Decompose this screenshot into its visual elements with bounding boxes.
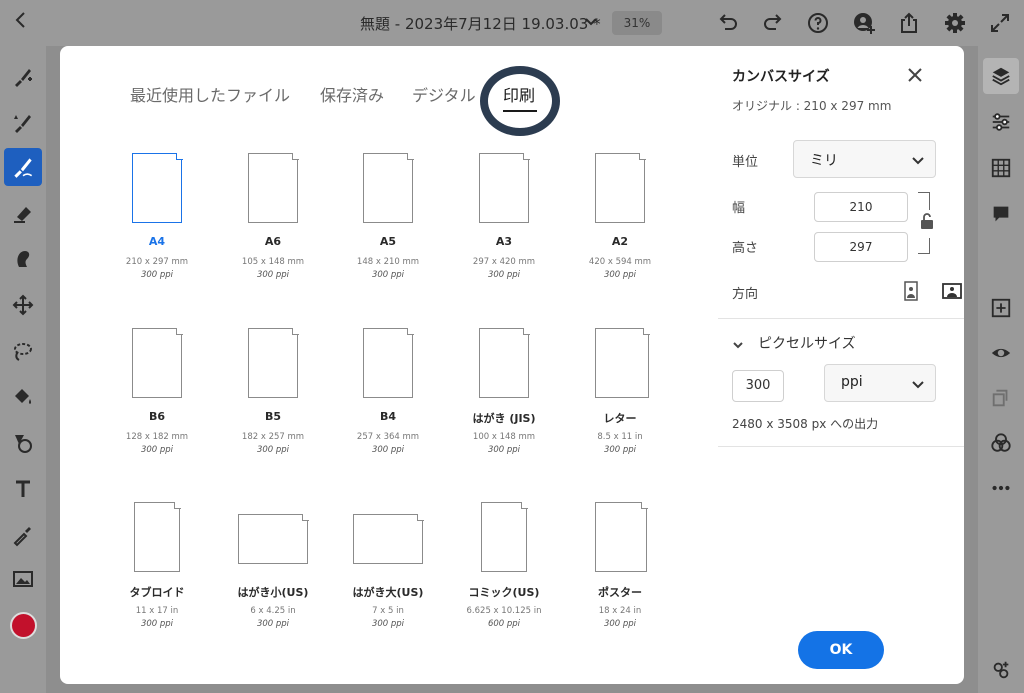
unit-select[interactable]: ミリ: [793, 140, 936, 178]
expand-icon[interactable]: [988, 11, 1012, 35]
left-toolbar: [0, 46, 46, 693]
current-color-swatch[interactable]: [10, 612, 37, 639]
collaborate-icon[interactable]: [989, 658, 1013, 682]
blend-mode-icon[interactable]: [989, 431, 1013, 455]
highlight-ring: [480, 66, 560, 136]
eye-icon[interactable]: [989, 341, 1013, 365]
tab-recent[interactable]: 最近使用したファイル: [130, 82, 290, 106]
grid-icon[interactable]: [989, 156, 1013, 180]
chevron-down-icon: [911, 377, 925, 391]
preset-b6[interactable]: B6 128 x 182 mm 300 ppi: [99, 326, 215, 455]
tab-saved[interactable]: 保存済み: [320, 82, 384, 106]
back-icon[interactable]: [14, 10, 34, 34]
new-canvas-dialog: 最近使用したファイル 保存済み デジタル 印刷 A4 210 x 297 mm …: [60, 46, 964, 684]
canvas-size-pane: カンバスサイズ オリジナル : 210 x 297 mm 単位 ミリ 幅 210…: [718, 46, 964, 684]
preset-a6[interactable]: A6 105 x 148 mm 300 ppi: [215, 151, 331, 280]
unit-label: 単位: [732, 155, 759, 170]
merge-icon[interactable]: [989, 386, 1013, 410]
lasso-icon[interactable]: [10, 338, 36, 364]
redo-icon[interactable]: [761, 11, 785, 35]
image-icon[interactable]: [10, 566, 36, 592]
layers-icon[interactable]: [983, 58, 1019, 94]
portrait-icon[interactable]: [904, 281, 918, 301]
preset-b4[interactable]: B4 257 x 364 mm 300 ppi: [330, 326, 446, 455]
undo-icon[interactable]: [716, 11, 740, 35]
landscape-icon[interactable]: [942, 283, 962, 299]
output-size-text: 2480 x 3508 px への出力: [732, 417, 879, 431]
move-icon[interactable]: [10, 292, 36, 318]
width-label: 幅: [732, 201, 746, 216]
orientation-label: 方向: [732, 287, 759, 302]
fill-icon[interactable]: [10, 384, 36, 410]
eyedropper-icon[interactable]: [10, 522, 36, 548]
preset-a5[interactable]: A5 148 x 210 mm 300 ppi: [330, 151, 446, 280]
eraser-icon[interactable]: [10, 200, 36, 226]
resolution-field[interactable]: 300: [732, 370, 784, 402]
tab-digital[interactable]: デジタル: [412, 82, 476, 106]
preset-tabloid[interactable]: タブロイド 11 x 17 in 300 ppi: [99, 500, 215, 629]
preset-hagaki-small-us[interactable]: はがき小(US) 6 x 4.25 in 300 ppi: [215, 500, 331, 629]
text-icon[interactable]: [10, 476, 36, 502]
close-icon[interactable]: [906, 66, 924, 84]
chevron-down-icon[interactable]: [584, 14, 598, 28]
invite-user-icon[interactable]: [852, 11, 876, 35]
vector-brush-icon[interactable]: [4, 148, 42, 186]
more-icon[interactable]: [989, 476, 1013, 500]
divider: [718, 446, 964, 447]
document-title[interactable]: 無題 - 2023年7月12日 19.03.03 *: [360, 13, 601, 34]
preset-a2[interactable]: A2 420 x 594 mm 300 ppi: [562, 151, 678, 280]
link-bracket-bottom: [918, 238, 930, 254]
pixel-size-section-title[interactable]: ピクセルサイズ: [758, 333, 856, 353]
link-bracket-top: [918, 192, 930, 210]
preset-comic-us[interactable]: コミック(US) 6.625 x 10.125 in 600 ppi: [446, 500, 562, 629]
preset-a3[interactable]: A3 297 x 420 mm 300 ppi: [446, 151, 562, 280]
height-field[interactable]: 297: [814, 232, 908, 262]
width-field[interactable]: 210: [814, 192, 908, 222]
pane-title: カンバスサイズ: [732, 69, 830, 85]
chevron-down-icon: [911, 153, 925, 167]
resolution-unit-select[interactable]: ppi: [824, 364, 936, 402]
preset-a4[interactable]: A4 210 x 297 mm 300 ppi: [99, 151, 215, 280]
right-toolbar: [978, 46, 1024, 693]
top-bar: 無題 - 2023年7月12日 19.03.03 * 31%: [0, 0, 1024, 46]
zoom-level[interactable]: 31%: [612, 11, 662, 35]
comment-icon[interactable]: [989, 202, 1013, 226]
preset-letter[interactable]: レター 8.5 x 11 in 300 ppi: [562, 326, 678, 455]
unlock-icon[interactable]: [920, 212, 934, 230]
ok-button[interactable]: OK: [798, 631, 884, 669]
share-icon[interactable]: [897, 11, 921, 35]
divider: [718, 318, 964, 319]
preset-poster[interactable]: ポスター 18 x 24 in 300 ppi: [562, 500, 678, 629]
height-label: 高さ: [732, 241, 759, 256]
original-size: オリジナル : 210 x 297 mm: [732, 99, 892, 113]
adjustments-icon[interactable]: [989, 110, 1013, 134]
preset-b5[interactable]: B5 182 x 257 mm 300 ppi: [215, 326, 331, 455]
preset-hagaki-jis[interactable]: はがき (JIS) 100 x 148 mm 300 ppi: [446, 326, 562, 455]
live-brush-icon[interactable]: [10, 110, 36, 136]
chevron-down-icon[interactable]: [732, 336, 744, 349]
preset-hagaki-large-us[interactable]: はがき大(US) 7 x 5 in 300 ppi: [330, 500, 446, 629]
smudge-icon[interactable]: [10, 246, 36, 272]
shape-icon[interactable]: [10, 430, 36, 456]
add-layer-icon[interactable]: [989, 296, 1013, 320]
gear-icon[interactable]: [943, 11, 967, 35]
help-icon[interactable]: [806, 11, 830, 35]
pixel-brush-icon[interactable]: [10, 64, 36, 90]
